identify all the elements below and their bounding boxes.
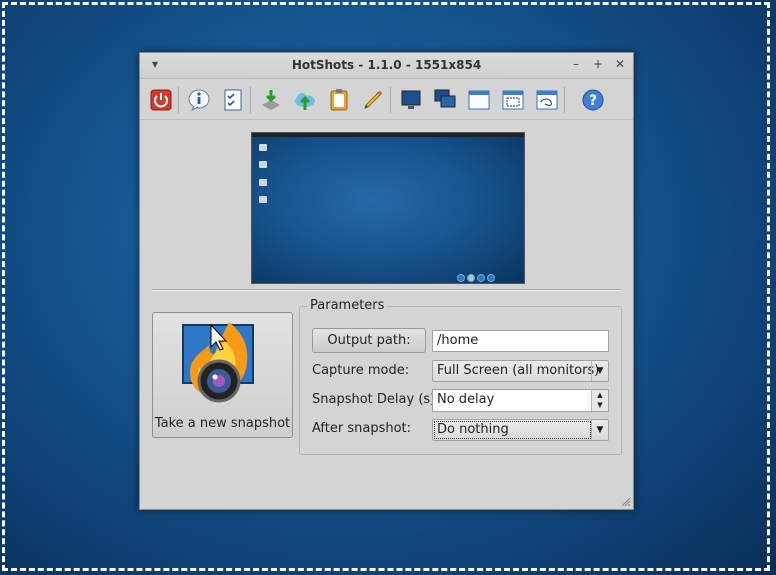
toolbar: ? — [140, 79, 633, 120]
snapshot-delay-value: No delay — [437, 392, 495, 407]
title-bar[interactable]: ▾ HotShots - 1.1.0 - 1551x854 – + ✕ — [140, 53, 633, 79]
chevron-down-icon[interactable]: ▼ — [591, 361, 608, 381]
window-title: HotShots - 1.1.0 - 1551x854 — [291, 58, 482, 72]
toolbar-separator — [250, 87, 251, 113]
output-path-field[interactable]: /home — [432, 330, 609, 352]
snapshot-camera-icon — [182, 322, 254, 403]
toolbar-separator — [178, 87, 179, 113]
resize-grip-icon[interactable] — [621, 497, 631, 507]
capture-mode-label: Capture mode: — [312, 363, 410, 378]
save-icon[interactable] — [258, 87, 284, 113]
help-icon[interactable]: ? — [580, 87, 606, 113]
freehand-icon[interactable] — [534, 87, 560, 113]
hotshots-window: ▾ HotShots - 1.1.0 - 1551x854 – + ✕ ? Ta… — [139, 52, 634, 510]
divider — [152, 289, 621, 291]
chevron-down-icon[interactable]: ▼ — [591, 420, 608, 440]
take-snapshot-button[interactable]: Take a new snapshot — [152, 312, 293, 438]
close-icon[interactable]: ✕ — [613, 57, 627, 71]
preview-dock — [457, 272, 499, 282]
focus-rect — [434, 421, 591, 439]
desktop-icon — [259, 196, 267, 203]
maximize-icon[interactable]: + — [591, 57, 605, 71]
snapshot-delay-spinbox[interactable]: No delay ▲ ▼ — [432, 389, 609, 412]
toolbar-separator — [390, 87, 391, 113]
desktop-icon — [259, 179, 267, 186]
spin-arrows-icon[interactable]: ▲ ▼ — [591, 390, 608, 411]
parameters-title: Parameters — [307, 298, 388, 313]
about-icon[interactable] — [186, 87, 212, 113]
after-snapshot-select[interactable]: Do nothing ▼ — [432, 419, 609, 441]
output-path-button[interactable]: Output path: — [312, 328, 426, 353]
desktop-icon — [259, 161, 267, 168]
after-snapshot-label: After snapshot: — [312, 421, 412, 436]
quit-icon[interactable] — [148, 87, 174, 113]
capture-mode-value: Full Screen (all monitors) — [437, 363, 600, 378]
edit-icon[interactable] — [360, 87, 386, 113]
screenshot-preview — [251, 132, 525, 284]
window-icon[interactable] — [466, 87, 492, 113]
snapshot-button-label: Take a new snapshot — [154, 416, 291, 431]
screen-icon[interactable] — [398, 87, 424, 113]
tasks-icon[interactable] — [220, 87, 246, 113]
snapshot-delay-label: Snapshot Delay (s): — [312, 392, 440, 407]
minimize-icon[interactable]: – — [569, 57, 583, 71]
all-screens-icon[interactable] — [432, 87, 458, 113]
svg-text:?: ? — [589, 93, 597, 109]
desktop-icon — [259, 144, 267, 151]
region-icon[interactable] — [500, 87, 526, 113]
preview-top-panel — [252, 133, 524, 137]
capture-mode-select[interactable]: Full Screen (all monitors) ▼ — [432, 360, 609, 382]
toolbar-separator — [564, 87, 565, 113]
clipboard-icon[interactable] — [326, 87, 352, 113]
upload-icon[interactable] — [292, 87, 318, 113]
